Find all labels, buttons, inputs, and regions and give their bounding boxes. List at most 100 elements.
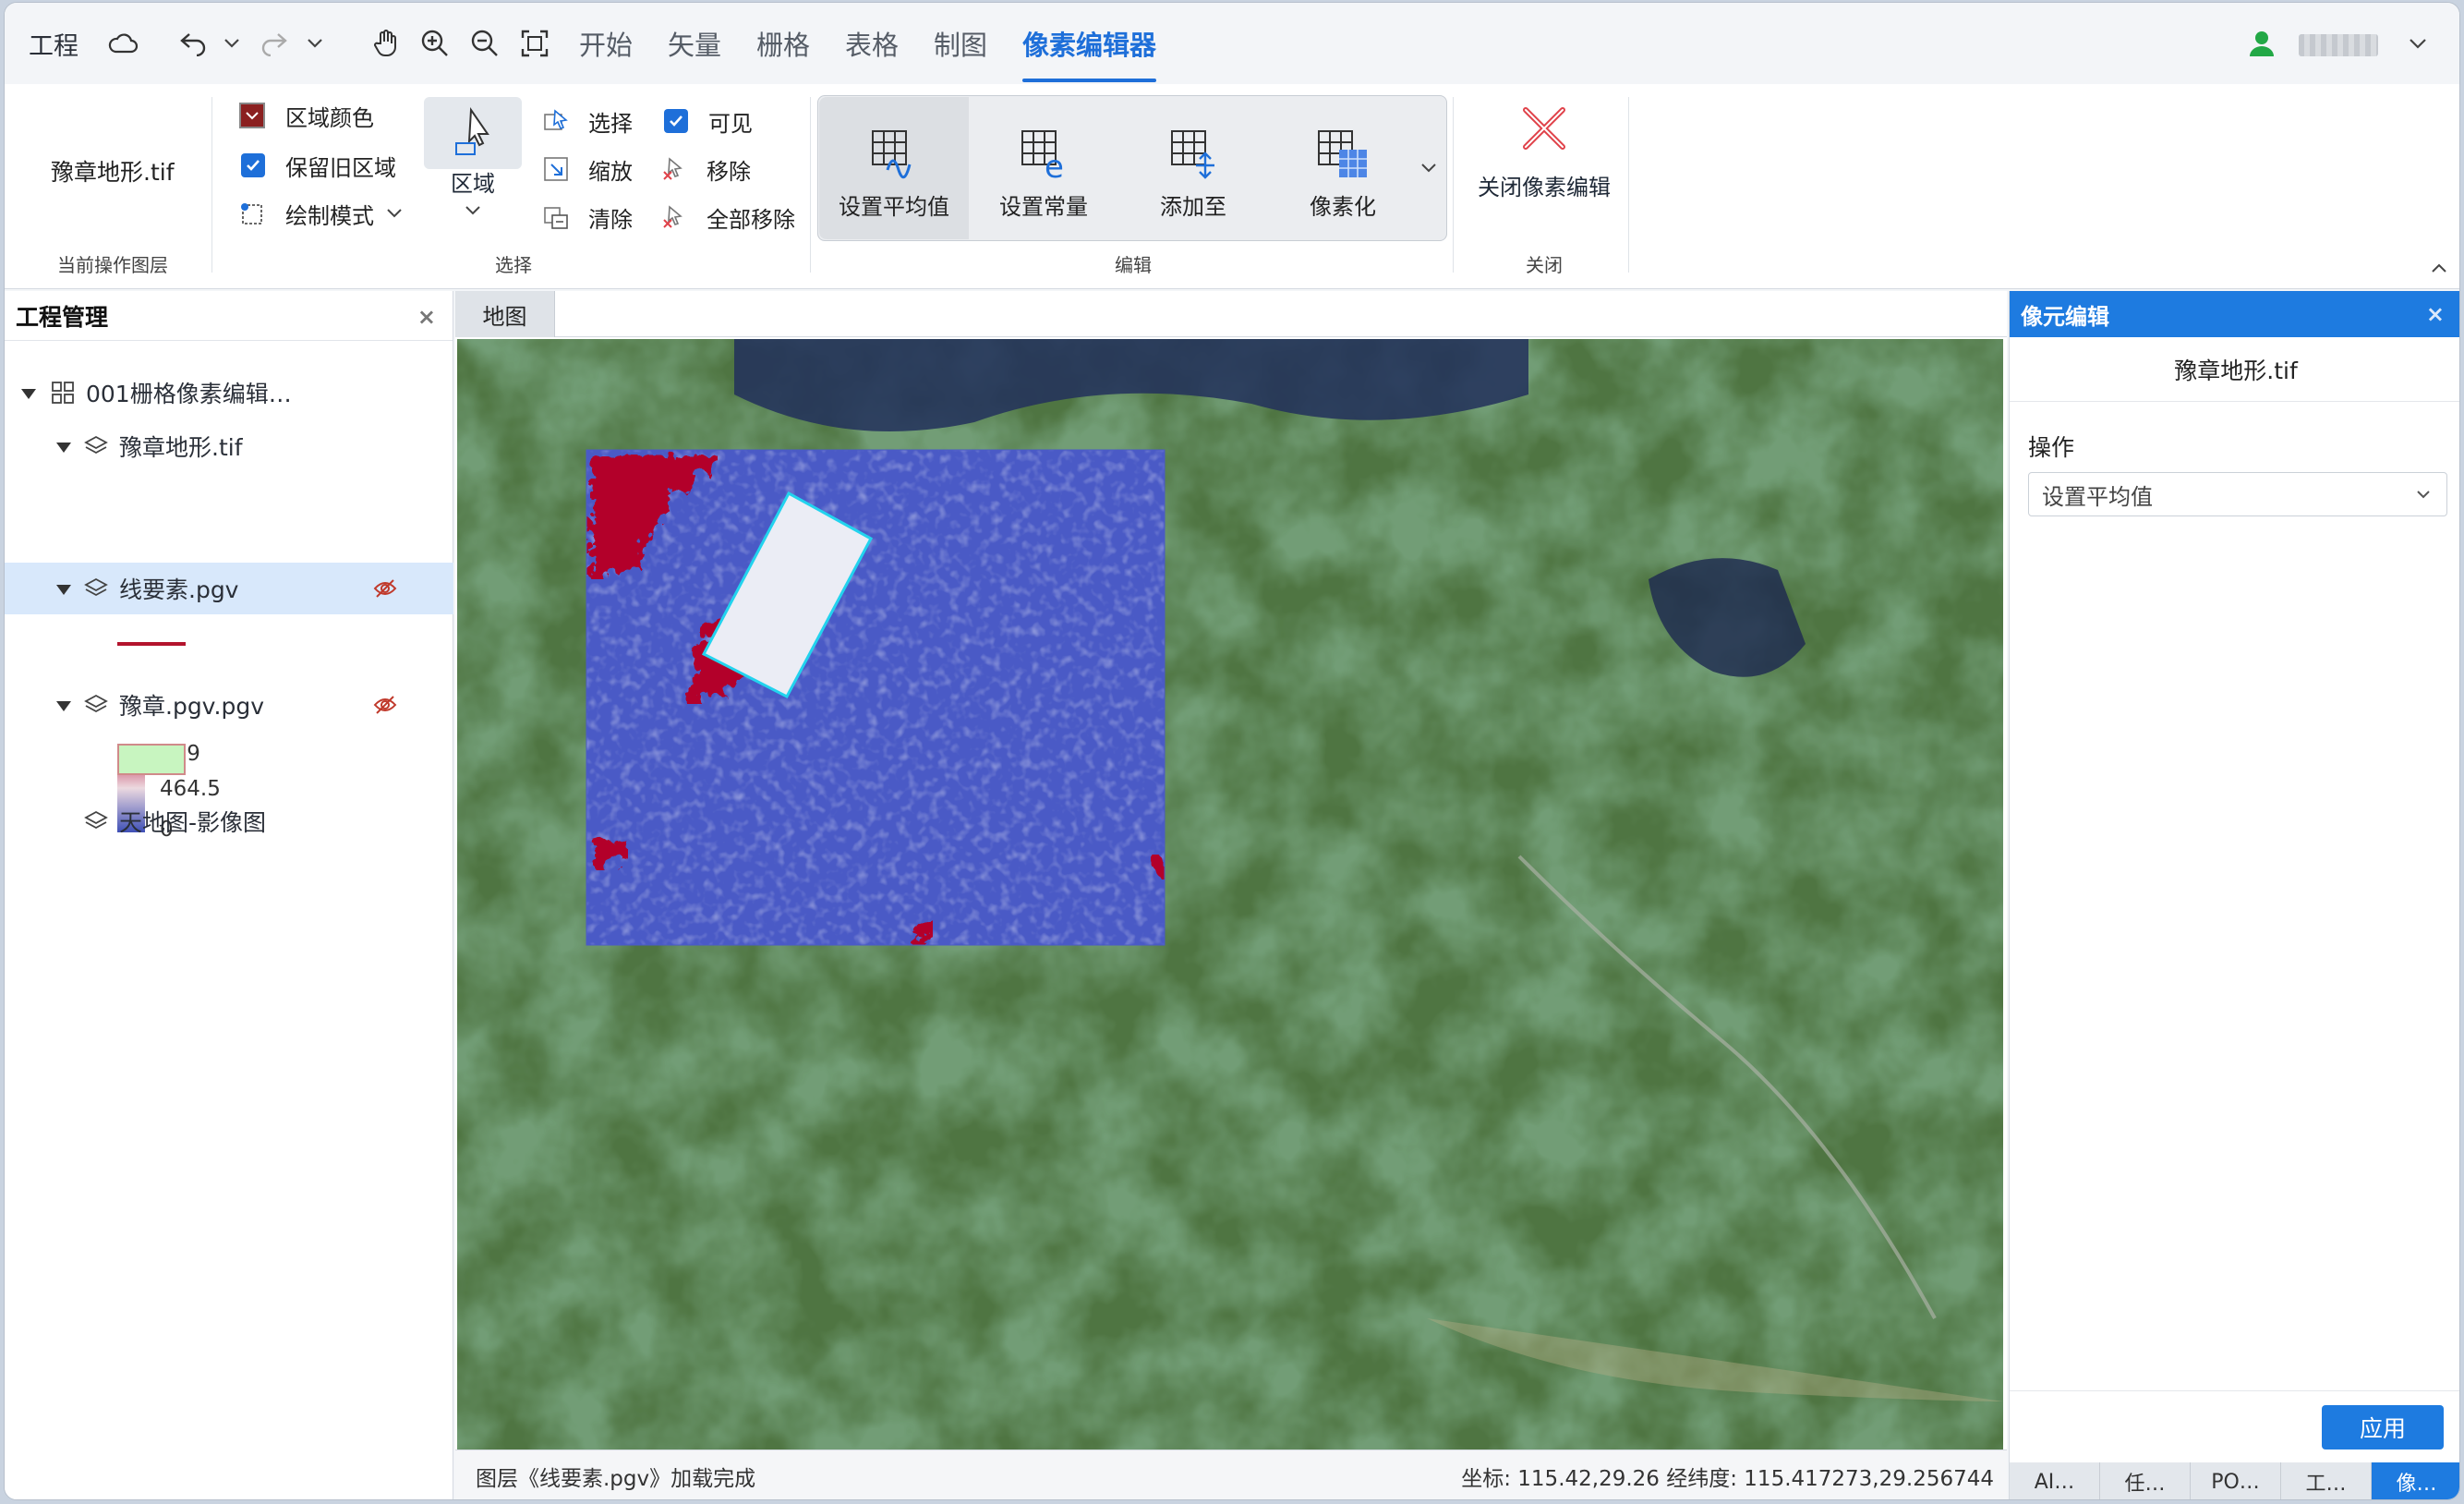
visible-checkbox[interactable]: 可见 — [664, 103, 753, 139]
remove-icon — [663, 157, 682, 180]
eye-off-icon[interactable] — [372, 692, 398, 718]
tab-cartography-label: 制图 — [934, 30, 988, 61]
tree-item-layer[interactable]: 线要素.pgv — [5, 563, 453, 614]
set-constant-button[interactable]: e 设置常量 — [969, 99, 1118, 237]
add-to-button[interactable]: 添加至 — [1118, 99, 1268, 237]
select-icon — [544, 109, 568, 130]
pixel-edit-title: 像元编辑 — [2021, 303, 2109, 330]
undo-icon[interactable] — [175, 3, 211, 84]
project-menu[interactable]: 工程 — [29, 3, 79, 84]
zoom-in-icon[interactable] — [417, 3, 453, 84]
tab-vector[interactable]: 矢量 — [668, 3, 721, 84]
coordinates-readout: 坐标: 115.42,29.26 经纬度: 115.417273,29.2567… — [1461, 1467, 1994, 1491]
layer-name: 豫章.pgv.pgv — [119, 693, 265, 720]
user-menu-chevron-icon[interactable] — [2402, 3, 2434, 84]
select-group-label: 选择 — [495, 254, 532, 276]
tab-vector-label: 矢量 — [668, 30, 722, 61]
zoom-to-region-icon — [544, 157, 568, 181]
close-icon[interactable]: × — [417, 304, 436, 330]
region-color-button[interactable]: 区域颜色 — [239, 97, 374, 134]
redo-icon[interactable] — [256, 3, 293, 84]
project-grid-icon — [52, 382, 74, 404]
zoom-to-region-button[interactable]: 缩放 — [542, 151, 633, 188]
full-extent-icon[interactable] — [516, 3, 553, 84]
layer-name: 豫章地形.tif — [119, 434, 243, 461]
grid-constant-icon: e — [1021, 130, 1064, 181]
status-message: 图层《线要素.pgv》加载完成 — [476, 1467, 756, 1491]
dock-tab-ai[interactable]: AI… — [2010, 1462, 2100, 1499]
draw-mode-label: 绘制模式 — [285, 202, 374, 229]
ribbon-divider — [211, 97, 212, 273]
grid-average-icon — [872, 130, 912, 179]
map-view: 地图 图层《线要素.pgv》加载完成 坐标: 115.42,29.26 经纬度:… — [455, 291, 2007, 1499]
user-name[interactable] — [2299, 34, 2378, 56]
dock-tab-poi[interactable]: PO… — [2191, 1462, 2281, 1499]
set-average-label: 设置平均值 — [839, 194, 949, 220]
draw-mode-chevron-icon — [387, 209, 402, 218]
tab-table-label: 表格 — [845, 30, 900, 61]
svg-text:e: e — [1045, 149, 1064, 181]
region-button[interactable]: 区域 — [424, 97, 522, 236]
add-to-label: 添加至 — [1160, 194, 1226, 220]
map-canvas[interactable] — [457, 339, 2003, 1449]
zoom-to-region-label: 缩放 — [588, 158, 633, 185]
user-avatar-icon[interactable] — [2243, 3, 2280, 84]
close-pixel-edit-button[interactable]: 关闭像素编辑 — [1466, 103, 1623, 232]
operation-label: 操作 — [2028, 434, 2075, 461]
expand-caret-icon[interactable] — [56, 443, 71, 453]
edit-more-chevron-icon[interactable] — [1412, 97, 1445, 239]
tab-table[interactable]: 表格 — [845, 3, 899, 84]
redo-dropdown-chevron-icon[interactable] — [302, 3, 328, 84]
remove-button[interactable]: 移除 — [660, 151, 751, 188]
tab-map[interactable]: 地图 — [455, 291, 555, 337]
undo-dropdown-chevron-icon[interactable] — [219, 3, 245, 84]
apply-button[interactable]: 应用 — [2322, 1405, 2444, 1449]
select-button[interactable]: 选择 — [542, 103, 633, 139]
expand-caret-icon[interactable] — [56, 585, 71, 595]
operation-select[interactable]: 设置平均值 — [2028, 472, 2447, 516]
zoom-out-icon[interactable] — [466, 3, 503, 84]
draw-mode-dropdown[interactable]: 绘制模式 — [239, 195, 404, 232]
pixel-edit-header: 像元编辑 × — [2010, 291, 2459, 337]
dock-tab-pixel-edit[interactable]: 像… — [2372, 1462, 2459, 1499]
dock-tab-task[interactable]: 任… — [2100, 1462, 2191, 1499]
tab-cartography[interactable]: 制图 — [934, 3, 987, 84]
pixelate-label: 像素化 — [1310, 194, 1376, 220]
clear-button[interactable]: 清除 — [542, 199, 633, 236]
map-tab-bar: 地图 — [455, 291, 2007, 337]
grid-add-icon — [1171, 130, 1214, 179]
tree-item-layer[interactable]: 豫章.pgv.pgv — [5, 679, 453, 731]
tree-item-layer[interactable]: 豫章地形.tif — [5, 420, 453, 472]
target-layer-name: 豫章地形.tif — [2010, 337, 2459, 402]
expand-caret-icon[interactable] — [21, 389, 36, 399]
layers-icon — [84, 435, 108, 455]
collapse-ribbon-chevron-icon[interactable] — [2430, 260, 2452, 278]
cloud-icon[interactable] — [103, 3, 143, 84]
pan-hand-icon[interactable] — [368, 3, 405, 84]
tab-raster-label: 栅格 — [756, 30, 811, 61]
pixelate-button[interactable]: 像素化 — [1268, 99, 1418, 237]
clear-icon — [544, 207, 568, 229]
ribbon-divider — [810, 97, 811, 273]
expand-caret-icon[interactable] — [56, 701, 71, 711]
tab-pixel-editor[interactable]: 像素编辑器 — [1022, 3, 1157, 84]
project-menu-label: 工程 — [29, 31, 79, 61]
keep-old-region-checkbox[interactable]: 保留旧区域 — [241, 147, 396, 184]
close-icon[interactable]: × — [2426, 301, 2445, 327]
dock-tab-tools[interactable]: 工… — [2281, 1462, 2372, 1499]
tree-item-layer[interactable]: 天地图-影像图 — [5, 795, 453, 847]
region-button-label: 区域 — [451, 171, 495, 197]
edit-group-label: 编辑 — [1115, 254, 1152, 276]
tree-item-project[interactable]: 001栅格像素编辑… — [5, 367, 453, 418]
panel-footer-divider — [2010, 1390, 2459, 1391]
project-name: 001栅格像素编辑… — [86, 381, 292, 407]
tab-raster[interactable]: 栅格 — [756, 3, 810, 84]
tab-start[interactable]: 开始 — [579, 3, 633, 84]
eye-off-icon[interactable] — [372, 576, 398, 601]
set-average-button[interactable]: 设置平均值 — [819, 99, 969, 237]
layers-icon — [84, 810, 108, 830]
close-pixel-edit-label: 关闭像素编辑 — [1478, 175, 1611, 200]
remove-all-button[interactable]: 全部移除 — [660, 199, 795, 236]
dock-tab-label: 工… — [2305, 1473, 2347, 1496]
current-layer-value: 豫章地形.tif — [51, 154, 175, 188]
